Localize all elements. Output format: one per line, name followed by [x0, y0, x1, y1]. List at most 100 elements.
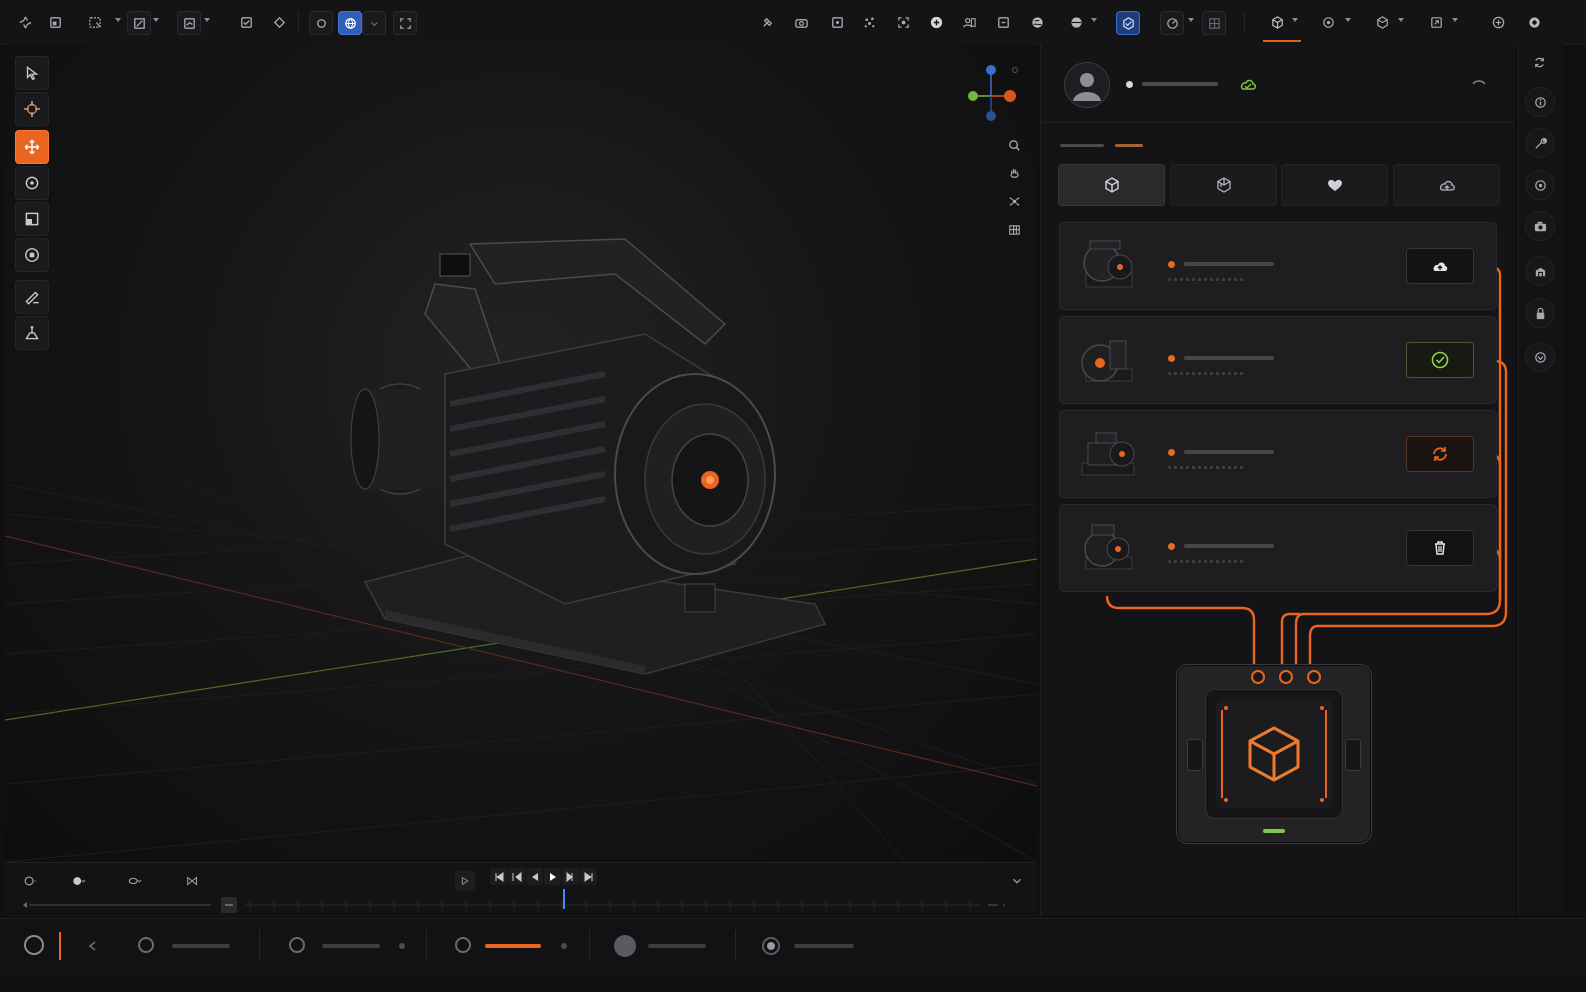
asset-card[interactable] — [1059, 316, 1497, 404]
sync-button[interactable] — [1406, 436, 1474, 472]
wrench-icon[interactable] — [1525, 128, 1555, 158]
select-box-icon[interactable] — [84, 11, 106, 33]
transform-icon[interactable] — [127, 11, 151, 35]
hub-side-tab — [1187, 739, 1203, 771]
transform-tool-icon[interactable] — [15, 238, 49, 272]
delete-button[interactable] — [1406, 530, 1474, 566]
timeline-scrubber[interactable] — [5, 891, 1037, 917]
zoom-icon[interactable] — [1001, 132, 1027, 158]
fullscreen-icon[interactable] — [393, 11, 417, 35]
status-item-icon[interactable] — [138, 937, 154, 953]
cube-icon[interactable] — [1266, 11, 1288, 33]
rotate-tool-icon[interactable] — [15, 166, 49, 200]
snap-icon[interactable] — [177, 11, 201, 35]
search-icon[interactable] — [24, 935, 44, 955]
status-accent-divider — [59, 932, 61, 960]
status-item-label-placeholder — [648, 944, 706, 948]
web-icon[interactable] — [1026, 11, 1048, 33]
export-icon[interactable] — [1425, 11, 1447, 33]
render-icon[interactable] — [1160, 11, 1184, 35]
active-tab-indicator — [1263, 40, 1301, 42]
frame-icon[interactable] — [44, 11, 66, 33]
header-divider — [1040, 122, 1514, 123]
blender-icon[interactable] — [1523, 11, 1545, 33]
status-item-dot-icon[interactable] — [762, 937, 780, 955]
section-label-active — [1115, 144, 1143, 147]
3d-viewport[interactable] — [5, 44, 1037, 862]
upload-button[interactable] — [1406, 248, 1474, 284]
add-icon[interactable] — [925, 11, 947, 33]
info-icon[interactable] — [1525, 87, 1555, 117]
avatar[interactable] — [1064, 62, 1110, 108]
materials-icon[interactable] — [1525, 256, 1555, 286]
cloud-sync-icon[interactable] — [1237, 74, 1259, 94]
grid-icon[interactable] — [1202, 11, 1226, 35]
pan-hand-icon[interactable] — [1001, 160, 1027, 186]
status-separator — [426, 930, 427, 960]
collapse-panel-icon[interactable] — [1470, 74, 1488, 86]
keyframe-icon[interactable] — [455, 871, 475, 891]
dropdown-icon[interactable] — [362, 11, 386, 35]
sync-icon[interactable] — [1525, 48, 1553, 76]
cursor-tool-icon[interactable] — [15, 92, 49, 126]
box-icon — [1216, 177, 1231, 193]
tab-favorites[interactable] — [1281, 164, 1388, 206]
back-icon[interactable] — [86, 938, 98, 952]
shape-icon[interactable] — [268, 11, 290, 33]
globe-icon[interactable] — [338, 11, 362, 35]
model-icon[interactable] — [1116, 11, 1140, 35]
move-tool-icon[interactable] — [15, 130, 49, 164]
world-icon[interactable] — [1525, 170, 1555, 200]
playback-menu-icon[interactable] — [57, 871, 101, 891]
jump-start-button[interactable] — [490, 868, 507, 885]
measure-tool-icon[interactable] — [15, 316, 49, 350]
cursor-icon[interactable] — [309, 11, 333, 35]
status-item-icon[interactable] — [455, 937, 471, 953]
orbit-icon[interactable] — [1001, 188, 1027, 214]
navigate-icon[interactable] — [14, 11, 36, 33]
camera-settings-icon[interactable] — [1525, 211, 1555, 241]
scatter-icon[interactable] — [858, 11, 880, 33]
select-tool-icon[interactable] — [15, 56, 49, 90]
globe2-icon[interactable] — [1065, 11, 1087, 33]
users-icon[interactable] — [958, 11, 980, 33]
layer-icon[interactable] — [992, 11, 1014, 33]
package-icon[interactable] — [1487, 11, 1509, 33]
annotate-tool-icon[interactable] — [15, 280, 49, 314]
view-menu-icon[interactable] — [113, 871, 157, 891]
hub-port — [1307, 670, 1321, 684]
box-icon[interactable] — [1371, 11, 1393, 33]
tab-packages[interactable] — [1170, 164, 1277, 206]
play-button[interactable] — [544, 868, 561, 885]
next-frame-button[interactable] — [562, 868, 579, 885]
target-icon[interactable] — [1317, 11, 1339, 33]
grid-view-icon[interactable] — [1001, 216, 1027, 242]
asset-card[interactable] — [1059, 222, 1497, 310]
tab-cloud[interactable] — [1393, 164, 1500, 206]
export-hub[interactable] — [1176, 664, 1372, 844]
prev-frame-button[interactable] — [526, 868, 543, 885]
collapse-icon[interactable] — [1005, 871, 1029, 891]
scale-tool-icon[interactable] — [15, 202, 49, 236]
prev-key-button[interactable] — [508, 868, 525, 885]
constraint-icon[interactable] — [1525, 342, 1555, 372]
object-icon[interactable] — [826, 11, 848, 33]
camera-icon[interactable] — [790, 11, 812, 33]
user-name-placeholder — [1142, 82, 1218, 86]
focus-icon[interactable] — [892, 11, 914, 33]
jump-end-button[interactable] — [580, 868, 597, 885]
asset-card[interactable] — [1059, 504, 1497, 592]
timeline-playhead[interactable] — [562, 889, 565, 909]
status-item-filled-icon[interactable] — [614, 935, 636, 957]
pin-icon[interactable] — [756, 11, 778, 33]
cloud-icon — [1439, 180, 1455, 191]
check-icon[interactable] — [235, 11, 257, 33]
done-button[interactable] — [1406, 342, 1474, 378]
asset-card[interactable] — [1059, 410, 1497, 498]
lock-icon[interactable] — [1525, 298, 1555, 328]
status-item-icon[interactable] — [289, 937, 305, 953]
marker-menu-icon[interactable] — [175, 871, 211, 891]
asset-name-placeholder — [1184, 262, 1274, 266]
tab-models[interactable] — [1058, 164, 1165, 206]
editor-type-icon[interactable] — [15, 871, 45, 891]
